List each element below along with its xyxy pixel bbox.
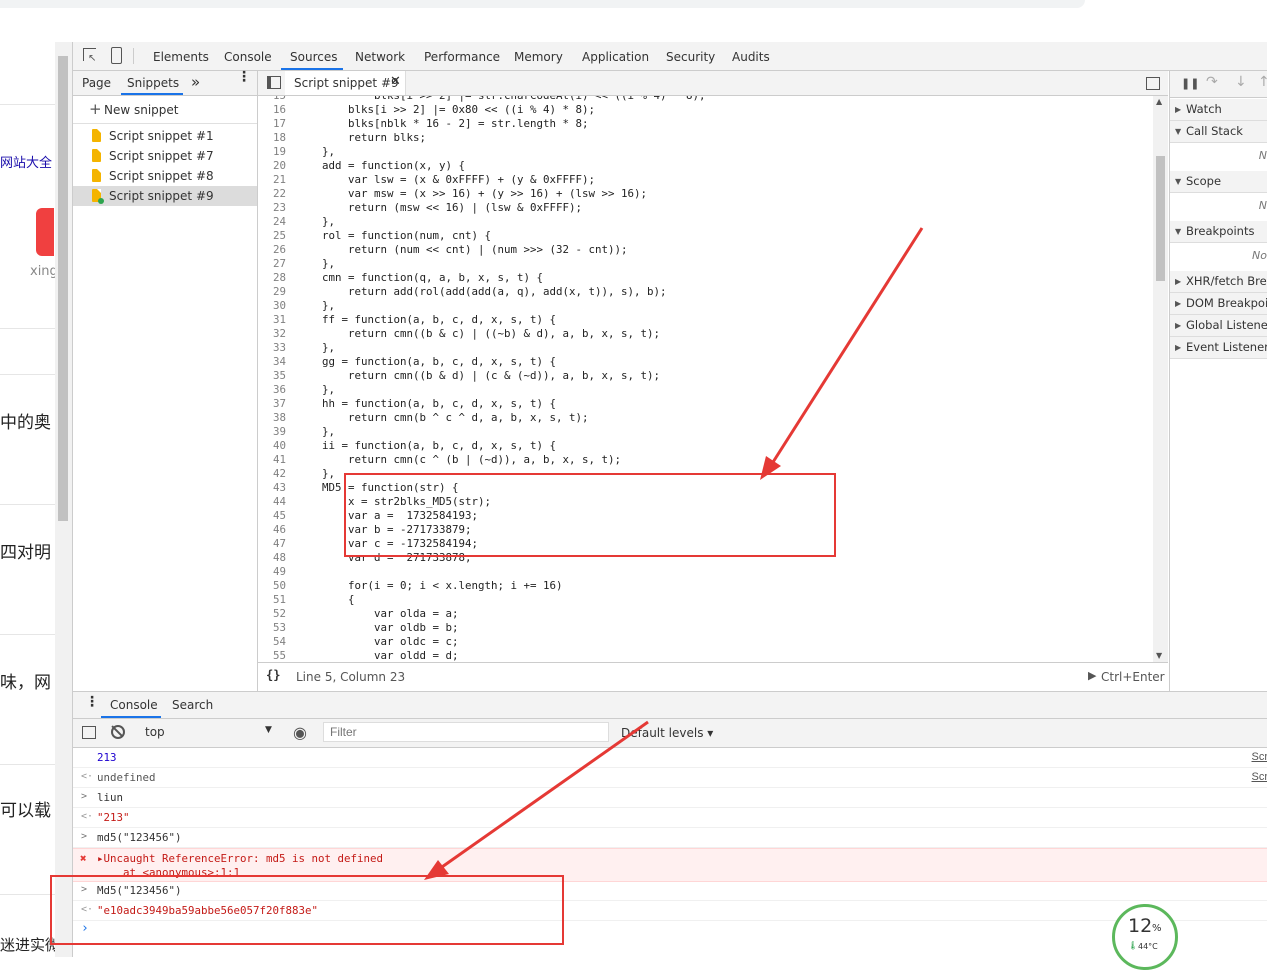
cpu-percent: 12 [1128, 915, 1152, 937]
arrowhead-icon [760, 456, 781, 480]
annotation-arrow-lower [432, 722, 648, 874]
cpu-usage-widget[interactable]: 12 % 🌡 44°C [1112, 904, 1178, 970]
thermometer-icon: 🌡 [1128, 941, 1138, 950]
annotation-arrows [0, 0, 1267, 957]
temperature-label: 44°C [1138, 942, 1158, 951]
annotation-arrow-upper [768, 228, 922, 470]
cpu-percent-unit: % [1152, 923, 1162, 934]
